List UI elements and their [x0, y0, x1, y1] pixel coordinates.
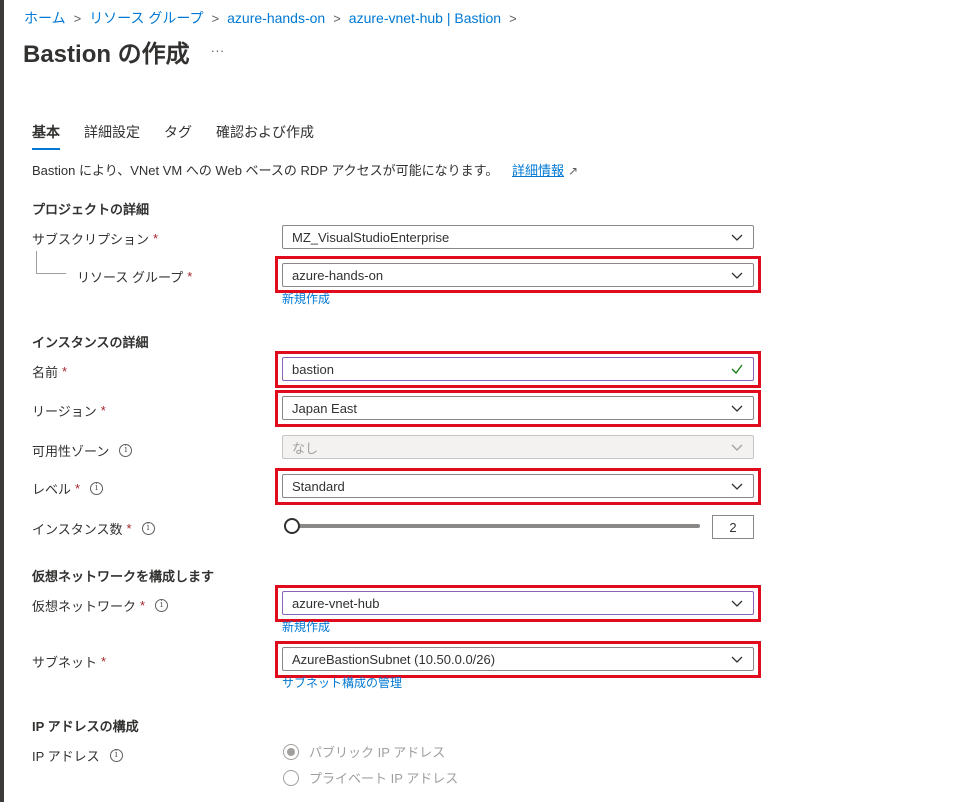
info-icon[interactable]: i — [90, 482, 104, 495]
learn-more-link[interactable]: 詳細情報 — [512, 163, 564, 178]
section-instance-details: インスタンスの詳細 — [32, 335, 149, 350]
tier-dropdown[interactable]: Standard — [282, 474, 754, 498]
chevron-down-icon — [731, 405, 743, 412]
info-icon[interactable]: i — [119, 444, 133, 457]
availability-zone-label: 可用性ゾーン i — [32, 441, 133, 460]
region-value: Japan East — [292, 400, 358, 416]
subscription-label: サブスクリプション * — [32, 229, 158, 248]
subscription-dropdown[interactable]: MZ_VisualStudioEnterprise — [282, 225, 754, 249]
required-mark: * — [62, 364, 68, 379]
description-text: Bastion により、VNet VM への Web ベースの RDP アクセス… — [32, 163, 499, 178]
manage-subnet-link[interactable]: サブネット構成の管理 — [282, 674, 402, 691]
tier-value: Standard — [292, 478, 345, 494]
radio-private-ip[interactable]: プライベート IP アドレス — [283, 768, 458, 787]
chevron-down-icon — [731, 444, 743, 451]
chevron-down-icon — [731, 234, 743, 241]
required-mark: * — [126, 521, 132, 536]
chevron-down-icon — [731, 656, 743, 663]
window-left-edge — [0, 0, 4, 802]
virtual-network-dropdown[interactable]: azure-vnet-hub — [282, 591, 754, 615]
resource-group-dropdown[interactable]: azure-hands-on — [282, 263, 754, 287]
subnet-value: AzureBastionSubnet (10.50.0.0/26) — [292, 651, 496, 667]
radio-private-ip-label: プライベート IP アドレス — [309, 771, 459, 786]
more-options-icon[interactable]: ... — [211, 40, 225, 55]
required-mark: * — [153, 231, 159, 246]
virtual-network-label-text: 仮想ネットワーク — [32, 599, 137, 614]
tab-basics[interactable]: 基本 — [32, 122, 60, 150]
tab-bar: 基本 詳細設定 タグ 確認および作成 — [32, 122, 338, 150]
ip-address-label-text: IP アドレス — [32, 749, 100, 764]
required-mark: * — [100, 403, 106, 418]
required-mark: * — [101, 654, 107, 669]
tree-connector — [36, 251, 37, 273]
name-input[interactable]: bastion — [282, 357, 754, 381]
page-title: Bastion の作成 — [23, 41, 190, 68]
create-new-resource-group-link[interactable]: 新規作成 — [282, 290, 330, 307]
region-dropdown[interactable]: Japan East — [282, 396, 754, 420]
name-value: bastion — [292, 361, 334, 377]
instance-count-input[interactable]: 2 — [712, 515, 754, 539]
virtual-network-label: 仮想ネットワーク * i — [32, 596, 169, 615]
tab-tags[interactable]: タグ — [164, 122, 192, 150]
chevron-right-icon: > — [73, 10, 82, 26]
subnet-dropdown[interactable]: AzureBastionSubnet (10.50.0.0/26) — [282, 647, 754, 671]
radio-public-ip-label: パブリック IP アドレス — [309, 745, 446, 760]
subnet-label: サブネット * — [32, 652, 106, 671]
info-icon[interactable]: i — [141, 522, 155, 535]
create-new-vnet-link[interactable]: 新規作成 — [282, 618, 330, 635]
checkmark-icon — [731, 364, 743, 374]
section-ip-address: IP アドレスの構成 — [32, 719, 139, 734]
breadcrumb-home[interactable]: ホーム — [24, 8, 66, 28]
chevron-right-icon: > — [509, 10, 517, 26]
availability-zone-dropdown: なし — [282, 435, 754, 459]
subscription-value: MZ_VisualStudioEnterprise — [292, 229, 450, 245]
instance-count-slider-track[interactable] — [296, 524, 700, 528]
resource-group-value: azure-hands-on — [292, 267, 384, 283]
availability-zone-label-text: 可用性ゾーン — [32, 444, 110, 459]
subnet-label-text: サブネット — [32, 655, 98, 670]
instance-count-label-text: インスタンス数 — [32, 522, 123, 537]
chevron-down-icon — [731, 272, 743, 279]
region-label: リージョン * — [32, 401, 106, 420]
breadcrumb-bastion[interactable]: azure-vnet-hub | Bastion — [349, 10, 501, 26]
instance-count-label: インスタンス数 * i — [32, 519, 155, 538]
breadcrumb-resource-groups[interactable]: リソース グループ — [89, 8, 203, 28]
resource-group-label-text: リソース グループ — [77, 270, 184, 285]
required-mark: * — [187, 269, 193, 284]
section-virtual-network: 仮想ネットワークを構成します — [32, 569, 215, 584]
chevron-right-icon: > — [211, 10, 220, 26]
radio-public-ip[interactable]: パブリック IP アドレス — [283, 742, 445, 761]
tier-label-text: レベル — [32, 482, 72, 497]
chevron-down-icon — [731, 483, 743, 490]
info-icon[interactable]: i — [109, 749, 123, 762]
chevron-right-icon: > — [333, 10, 341, 26]
tab-advanced[interactable]: 詳細設定 — [84, 122, 140, 150]
ip-address-label: IP アドレス i — [32, 746, 123, 765]
info-icon[interactable]: i — [155, 599, 169, 612]
tab-review-create[interactable]: 確認および作成 — [216, 122, 314, 150]
resource-group-label: リソース グループ * — [77, 267, 192, 286]
name-label-text: 名前 — [32, 365, 59, 380]
availability-zone-value: なし — [292, 440, 319, 456]
external-link-icon: ↗ — [568, 164, 579, 178]
region-label-text: リージョン — [32, 404, 97, 419]
radio-selected-icon — [283, 743, 299, 760]
required-mark: * — [140, 598, 146, 613]
breadcrumb: ホーム > リソース グループ > azure-hands-on > azure… — [24, 8, 525, 28]
name-label: 名前 * — [32, 362, 67, 381]
subscription-label-text: サブスクリプション — [32, 232, 150, 247]
description: Bastion により、VNet VM への Web ベースの RDP アクセス… — [32, 160, 578, 179]
tier-label: レベル * i — [32, 479, 104, 498]
section-project-details: プロジェクトの詳細 — [32, 202, 150, 217]
required-mark: * — [75, 481, 81, 496]
instance-count-slider-thumb[interactable] — [284, 518, 300, 534]
breadcrumb-resource-group[interactable]: azure-hands-on — [227, 10, 325, 26]
radio-unselected-icon — [283, 769, 299, 786]
chevron-down-icon — [731, 600, 743, 607]
tree-connector — [36, 273, 66, 274]
virtual-network-value: azure-vnet-hub — [292, 595, 380, 611]
